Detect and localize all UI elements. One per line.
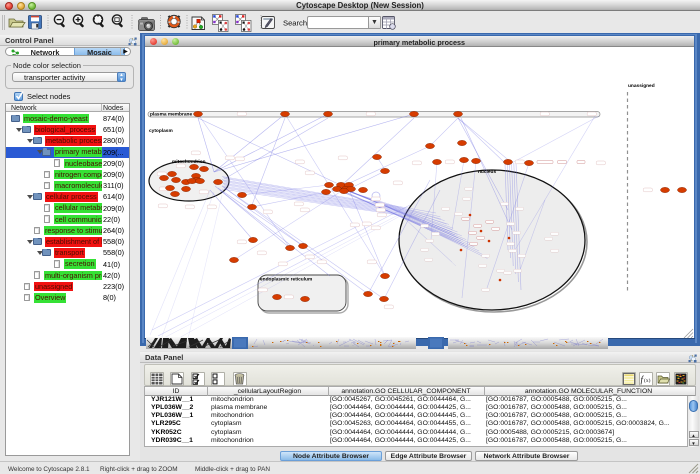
svg-text:Search:: Search: xyxy=(283,19,309,28)
svg-text:nucleus: nucleus xyxy=(478,169,496,175)
svg-text:mitochondrion: mitochondrion xyxy=(172,159,206,165)
svg-text:unassigned: unassigned xyxy=(628,83,655,89)
svg-text:(x): (x) xyxy=(644,377,651,384)
svg-text:cytoplasm: cytoplasm xyxy=(149,128,173,134)
svg-text:endoplasmic reticulum: endoplasmic reticulum xyxy=(260,277,312,283)
svg-text:plasma membrane: plasma membrane xyxy=(150,112,192,118)
